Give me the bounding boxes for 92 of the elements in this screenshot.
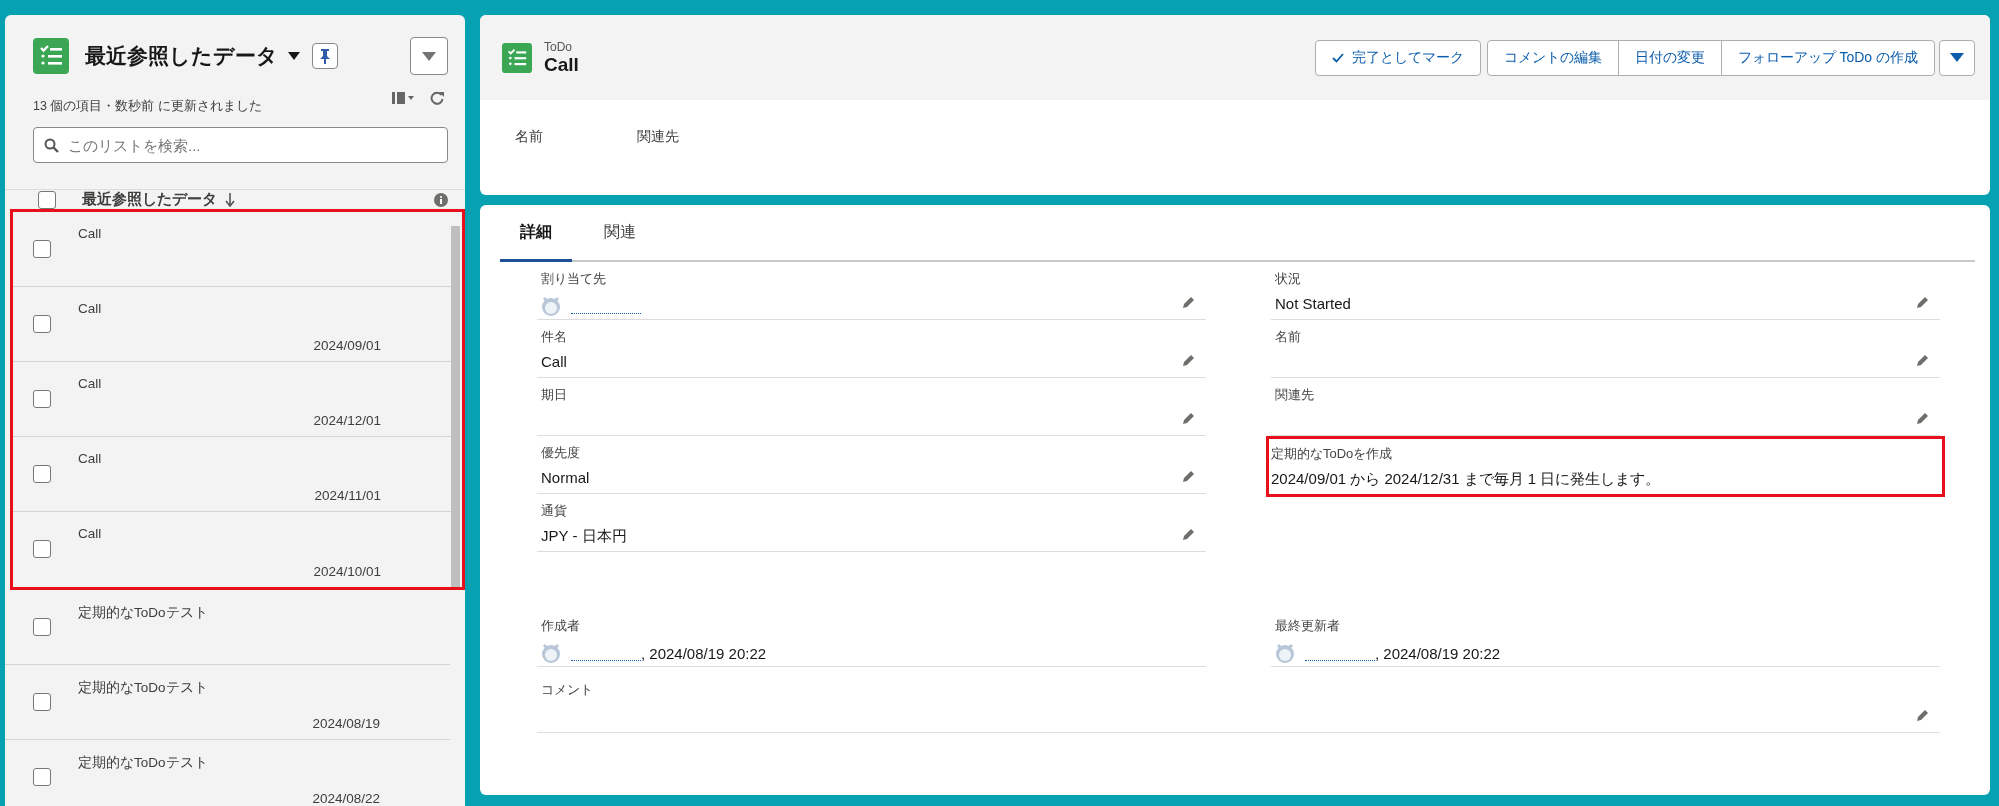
list-item[interactable]: Call 2024/09/01 bbox=[13, 287, 451, 362]
field-value: 2024/09/01 から 2024/12/31 まで毎月 1 日に発生します。 bbox=[1271, 470, 1661, 489]
row-checkbox[interactable] bbox=[33, 693, 51, 711]
field-label: 期日 bbox=[541, 386, 568, 404]
field-label: 名前 bbox=[1275, 328, 1302, 346]
select-all-checkbox[interactable] bbox=[38, 190, 56, 209]
row-checkbox[interactable] bbox=[33, 240, 51, 258]
action-button[interactable]: コメントの編集 bbox=[1486, 39, 1619, 76]
row-checkbox[interactable] bbox=[33, 390, 51, 408]
edit-icon[interactable] bbox=[1182, 469, 1196, 483]
field-label: 名前 bbox=[515, 128, 544, 146]
caret-down-icon[interactable] bbox=[288, 52, 300, 60]
pin-button[interactable] bbox=[312, 43, 338, 69]
field-value: , 2024/08/19 20:22 bbox=[641, 644, 767, 662]
checklist-icon bbox=[502, 42, 532, 73]
row-checkbox[interactable] bbox=[33, 315, 51, 333]
field-value: Call bbox=[541, 353, 567, 370]
avatar-icon bbox=[1275, 642, 1295, 664]
row-checkbox[interactable] bbox=[33, 618, 51, 636]
row-checkbox[interactable] bbox=[33, 465, 51, 483]
field-label: 件名 bbox=[541, 328, 568, 346]
item-date: 2024/08/22 bbox=[312, 791, 380, 806]
action-button[interactable]: 完了としてマーク bbox=[1314, 39, 1481, 76]
info-icon[interactable] bbox=[434, 192, 448, 207]
field-label: 作成者 bbox=[541, 617, 581, 635]
list-item[interactable]: 定期的なToDoテスト 2024/08/22 bbox=[5, 740, 450, 806]
field-label: 定期的なToDoを作成 bbox=[1271, 445, 1394, 463]
list-item[interactable]: 定期的なToDoテスト 2024/08/19 bbox=[5, 665, 450, 740]
record-title: Call bbox=[544, 53, 579, 76]
check-icon bbox=[1331, 52, 1344, 63]
object-type: ToDo bbox=[544, 39, 573, 54]
edit-icon[interactable] bbox=[1916, 411, 1930, 425]
item-title: 定期的なToDoテスト bbox=[78, 679, 209, 697]
more-actions-button[interactable] bbox=[1939, 39, 1975, 76]
field-label: 最終更新者 bbox=[1275, 617, 1341, 635]
row-checkbox[interactable] bbox=[33, 540, 51, 558]
refresh-icon[interactable] bbox=[430, 91, 444, 105]
edit-icon[interactable] bbox=[1916, 295, 1930, 309]
field-label: 優先度 bbox=[541, 444, 581, 462]
caret-down-icon bbox=[422, 51, 436, 61]
checklist-icon bbox=[33, 38, 69, 74]
list-title: 最近参照したデータ bbox=[85, 43, 278, 69]
item-date: 2024/10/01 bbox=[313, 564, 381, 579]
row-checkbox[interactable] bbox=[33, 768, 51, 786]
list-menu-button[interactable] bbox=[410, 37, 448, 75]
item-date: 2024/08/19 bbox=[312, 716, 380, 731]
field-label: 通貨 bbox=[541, 502, 568, 520]
tab[interactable]: 詳細 bbox=[500, 205, 572, 262]
list-item[interactable]: Call 2024/10/01 bbox=[13, 512, 451, 587]
item-title: 定期的なToDoテスト bbox=[78, 604, 209, 622]
edit-icon[interactable] bbox=[1916, 708, 1930, 722]
scrollbar[interactable] bbox=[451, 226, 460, 587]
item-title: Call bbox=[78, 301, 103, 316]
field-label: 関連先 bbox=[637, 128, 680, 146]
action-button[interactable]: フォローアップ ToDo の作成 bbox=[1720, 39, 1935, 76]
list-item[interactable]: Call 2024/11/01 bbox=[13, 437, 451, 512]
edit-icon[interactable] bbox=[1182, 411, 1196, 425]
field-value: , 2024/08/19 20:22 bbox=[1375, 644, 1501, 662]
list-item[interactable]: 定期的なToDoテスト bbox=[5, 590, 450, 665]
list-item[interactable]: Call bbox=[13, 212, 451, 287]
item-title: Call bbox=[78, 526, 103, 541]
search-icon bbox=[44, 138, 59, 153]
pin-icon bbox=[319, 48, 331, 64]
avatar-icon bbox=[541, 295, 561, 317]
field-label: 状況 bbox=[1275, 270, 1302, 288]
item-date: 2024/12/01 bbox=[313, 413, 381, 428]
sort-arrow-icon[interactable] bbox=[225, 192, 235, 207]
caret-down-icon bbox=[1950, 53, 1964, 62]
action-button[interactable]: 日付の変更 bbox=[1617, 39, 1722, 76]
item-date: 2024/09/01 bbox=[313, 338, 381, 353]
edit-icon[interactable] bbox=[1182, 295, 1196, 309]
column-header[interactable]: 最近参照したデータ bbox=[82, 190, 217, 209]
avatar-icon bbox=[541, 642, 561, 664]
field-value: Normal bbox=[541, 469, 590, 486]
column-settings-icon[interactable] bbox=[392, 91, 414, 105]
field-label: コメント bbox=[541, 681, 594, 699]
list-item[interactable]: Call 2024/12/01 bbox=[13, 362, 451, 437]
list-status-text: 13 個の項目・数秒前 に更新されました bbox=[33, 98, 262, 115]
field-label: 割り当て先 bbox=[541, 270, 607, 288]
item-title: Call bbox=[78, 376, 103, 391]
item-title: 定期的なToDoテスト bbox=[78, 754, 209, 772]
edit-icon[interactable] bbox=[1916, 353, 1930, 367]
item-title: Call bbox=[78, 451, 103, 466]
field-label: 関連先 bbox=[1275, 386, 1315, 404]
item-date: 2024/11/01 bbox=[314, 488, 381, 503]
tab[interactable]: 関連 bbox=[584, 205, 656, 262]
edit-icon[interactable] bbox=[1182, 353, 1196, 367]
search-field[interactable]: このリストを検索... bbox=[33, 127, 448, 163]
field-value: Not Started bbox=[1275, 295, 1351, 312]
edit-icon[interactable] bbox=[1182, 527, 1196, 541]
field-value: JPY - 日本円 bbox=[541, 527, 627, 546]
item-title: Call bbox=[78, 226, 103, 241]
